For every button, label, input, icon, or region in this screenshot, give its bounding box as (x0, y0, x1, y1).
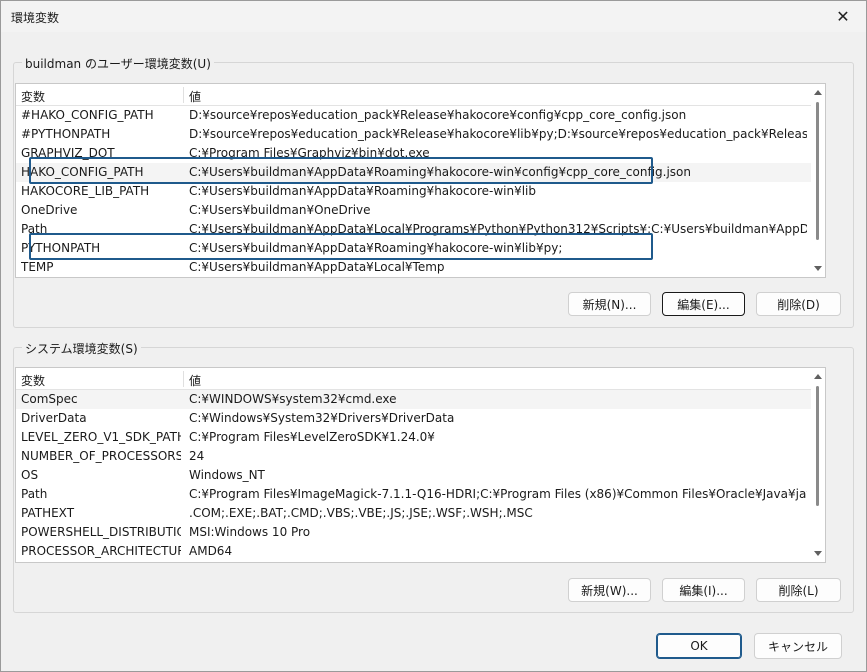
title-bar: 環境変数 ✕ (1, 1, 866, 32)
variable-value: AMD64 (189, 544, 233, 558)
system-variables-label: システム環境変数(S) (22, 340, 141, 357)
column-separator[interactable] (183, 371, 184, 387)
variable-name: HAKOCORE_LIB_PATH (21, 184, 150, 198)
table-row[interactable]: #PYTHONPATH D:¥source¥repos¥education_pac… (16, 125, 811, 144)
variable-name: NUMBER_OF_PROCESSORS (21, 449, 181, 463)
environment-variables-dialog: 環境変数 ✕ buildman のユーザー環境変数(U) 変数 値 #HAKO_… (0, 0, 867, 672)
column-header-value[interactable]: 値 (189, 88, 201, 105)
variable-name: PROCESSOR_ARCHITECTURE (21, 544, 181, 558)
variable-value: Windows_NT (189, 468, 265, 482)
scroll-up-icon[interactable] (814, 90, 822, 95)
table-row[interactable]: Path C:¥Program Files¥ImageMagick-7.1.1-Q… (16, 485, 811, 504)
user-list-header: 変数 値 (16, 84, 825, 106)
highlight-hako-config-path (29, 157, 653, 184)
variable-value: D:¥source¥repos¥education_pack¥Release¥h… (189, 127, 807, 141)
table-row[interactable]: ComSpec C:¥WINDOWS¥system32¥cmd.exe (16, 390, 811, 409)
variable-name: #HAKO_CONFIG_PATH (21, 108, 154, 122)
variable-value: C:¥WINDOWS¥system32¥cmd.exe (189, 392, 397, 406)
variable-value: C:¥Windows¥System32¥Drivers¥DriverData (189, 411, 455, 425)
variable-name: TEMP (21, 260, 54, 274)
user-list-scrollbar[interactable] (811, 84, 825, 277)
variable-name: OneDrive (21, 203, 78, 217)
close-icon: ✕ (836, 7, 850, 26)
variable-name: POWERSHELL_DISTRIBUTIO... (21, 525, 181, 539)
variable-name: OS (21, 468, 39, 482)
system-variables-list[interactable]: 変数 値 ComSpec C:¥WINDOWS¥system32¥cmd.exe D… (15, 367, 826, 563)
table-row[interactable]: HAKOCORE_LIB_PATH C:¥Users¥buildman¥AppDa… (16, 182, 811, 201)
column-header-variable[interactable]: 変数 (21, 88, 45, 105)
scroll-down-icon[interactable] (814, 266, 822, 271)
variable-value: D:¥source¥repos¥education_pack¥Release¥h… (189, 108, 687, 122)
column-header-variable[interactable]: 変数 (21, 372, 45, 389)
variable-value: MSI:Windows 10 Pro (189, 525, 311, 539)
table-row[interactable]: LEVEL_ZERO_V1_SDK_PATH C:¥Program Files¥L… (16, 428, 811, 447)
close-button[interactable]: ✕ (820, 1, 866, 32)
column-separator[interactable] (183, 87, 184, 103)
table-row[interactable]: NUMBER_OF_PROCESSORS 24 (16, 447, 811, 466)
table-row[interactable]: OS Windows_NT (16, 466, 811, 485)
user-delete-button[interactable]: 削除(D) (756, 292, 841, 316)
system-delete-button[interactable]: 削除(L) (756, 578, 841, 602)
scroll-thumb[interactable] (816, 386, 819, 506)
table-row[interactable]: #HAKO_CONFIG_PATH D:¥source¥repos¥educati… (16, 106, 811, 125)
ok-button[interactable]: OK (656, 633, 742, 659)
cancel-button[interactable]: キャンセル (754, 633, 842, 659)
user-edit-button[interactable]: 編集(E)... (662, 292, 745, 316)
table-row[interactable]: TEMP C:¥Users¥buildman¥AppData¥Local¥Temp (16, 258, 811, 277)
column-header-value[interactable]: 値 (189, 372, 201, 389)
variable-value: C:¥Users¥buildman¥AppData¥Local¥Temp (189, 260, 445, 274)
variable-value: C:¥Program Files¥ImageMagick-7.1.1-Q16-H… (189, 487, 807, 501)
variable-value: 24 (189, 449, 205, 463)
user-variables-label: buildman のユーザー環境変数(U) (22, 55, 214, 72)
variable-name: PATHEXT (21, 506, 75, 520)
variable-name: LEVEL_ZERO_V1_SDK_PATH (21, 430, 181, 444)
scroll-up-icon[interactable] (814, 374, 822, 379)
table-row[interactable]: PATHEXT .COM;.EXE;.BAT;.CMD;.VBS;.VBE;.JS… (16, 504, 811, 523)
table-row[interactable]: PROCESSOR_ARCHITECTURE AMD64 (16, 542, 811, 561)
system-edit-button[interactable]: 編集(I)... (662, 578, 745, 602)
variable-value: .COM;.EXE;.BAT;.CMD;.VBS;.VBE;.JS;.JSE;.… (189, 506, 533, 520)
user-new-button[interactable]: 新規(N)... (568, 292, 651, 316)
system-list-scrollbar[interactable] (811, 368, 825, 562)
window-title: 環境変数 (11, 11, 60, 25)
variable-value: C:¥Users¥buildman¥AppData¥Roaming¥hakoco… (189, 184, 537, 198)
variable-value: C:¥Program Files¥LevelZeroSDK¥1.24.0¥ (189, 430, 435, 444)
variable-name: #PYTHONPATH (21, 127, 111, 141)
highlight-pythonpath (29, 233, 653, 260)
table-row[interactable]: DriverData C:¥Windows¥System32¥Drivers¥Dr… (16, 409, 811, 428)
scroll-thumb[interactable] (816, 102, 819, 240)
system-new-button[interactable]: 新規(W)... (568, 578, 651, 602)
variable-name: DriverData (21, 411, 87, 425)
table-row[interactable]: OneDrive C:¥Users¥buildman¥OneDrive (16, 201, 811, 220)
table-row[interactable]: POWERSHELL_DISTRIBUTIO... MSI:Windows 10 … (16, 523, 811, 542)
variable-name: ComSpec (21, 392, 78, 406)
variable-name: Path (21, 487, 48, 501)
system-list-header: 変数 値 (16, 368, 825, 390)
scroll-down-icon[interactable] (814, 551, 822, 556)
variable-value: C:¥Users¥buildman¥OneDrive (189, 203, 371, 217)
